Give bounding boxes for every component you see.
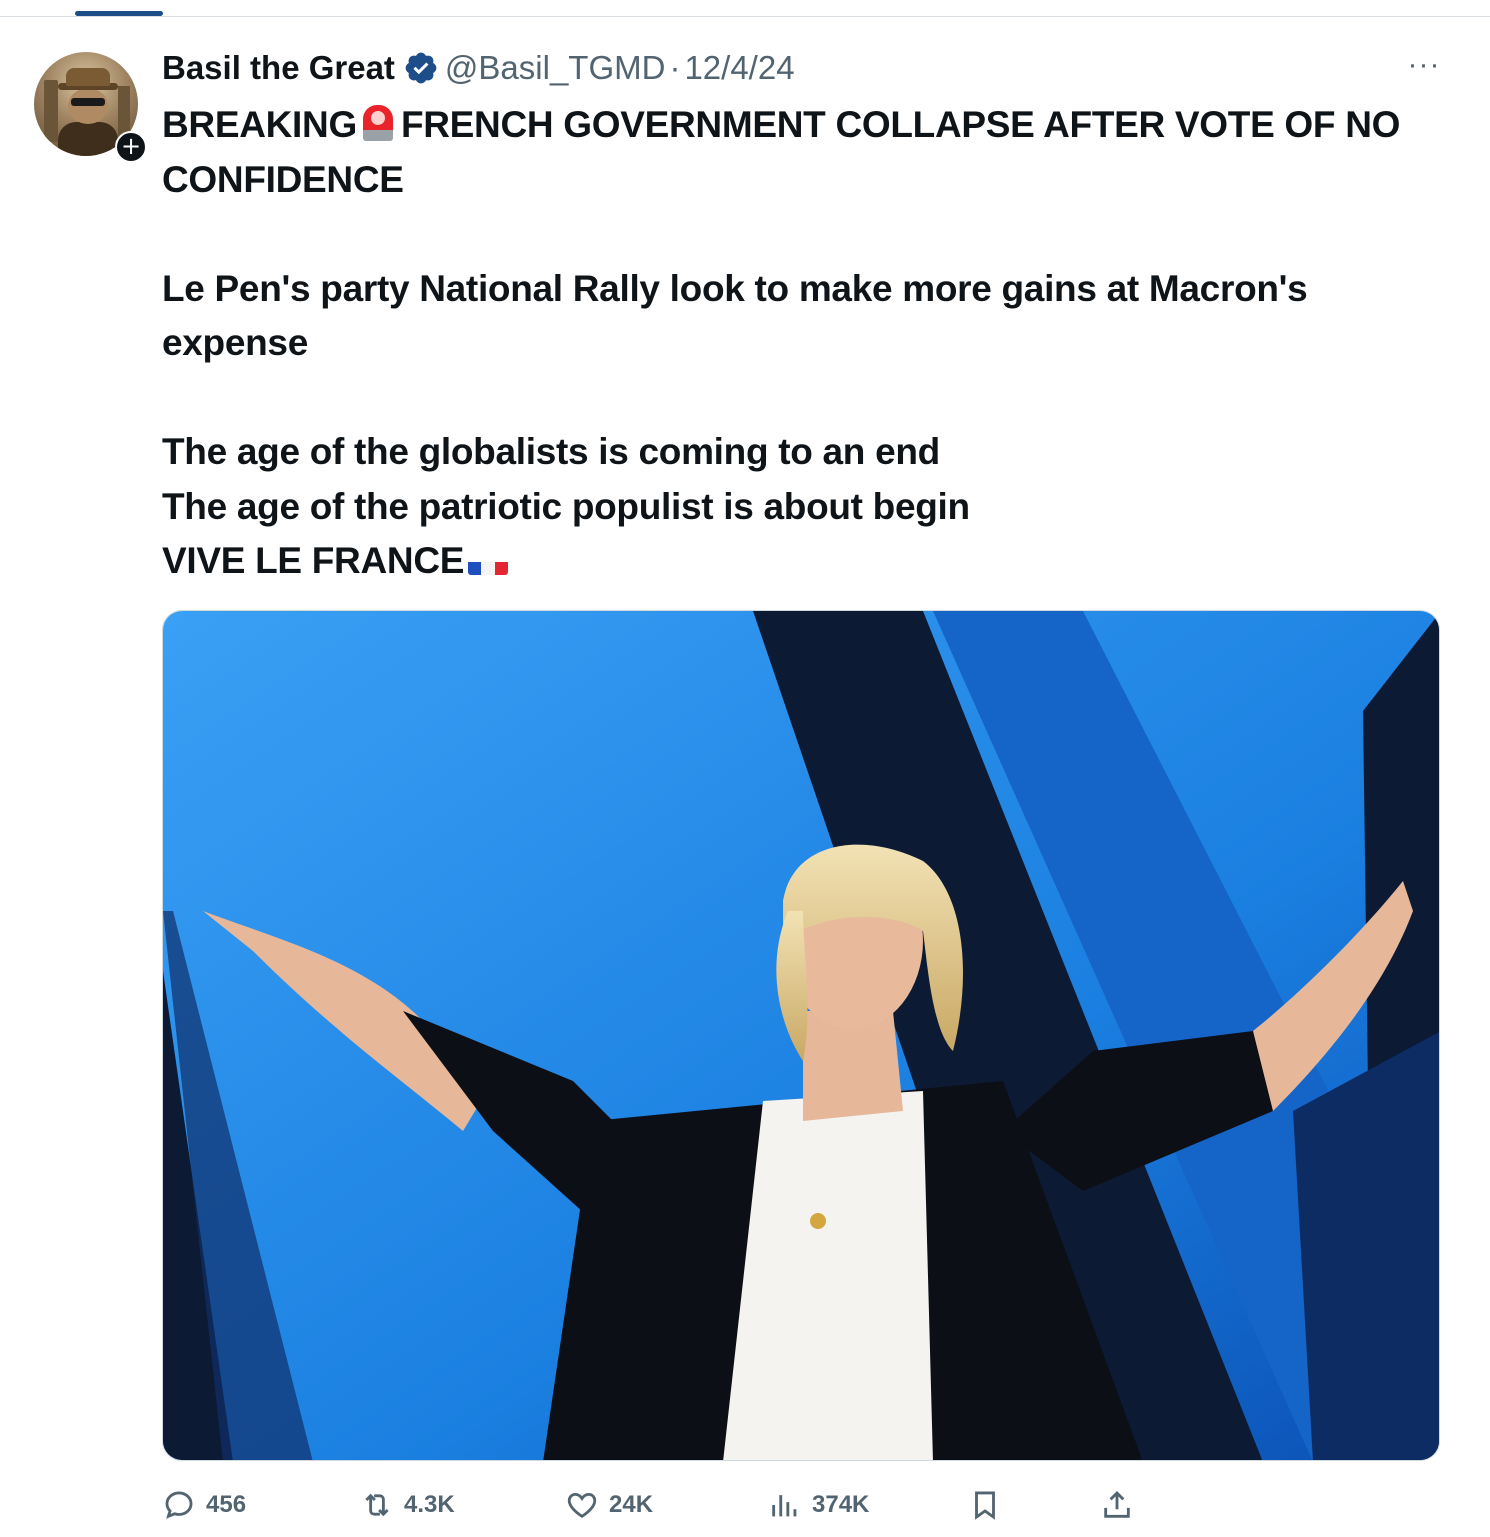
author-avatar[interactable]: + <box>34 52 147 163</box>
reply-icon <box>165 1491 193 1519</box>
repost-button[interactable]: 4.3K <box>360 1480 455 1530</box>
share-button[interactable] <box>1100 1480 1134 1530</box>
author-handle[interactable]: @Basil_TGMD <box>445 49 666 87</box>
like-count: 24K <box>609 1491 654 1518</box>
views-button[interactable]: 374K <box>768 1480 869 1530</box>
tweet-header: Basil the Great @Basil_TGMD · 12/4/24 <box>162 46 795 90</box>
text-paragraph-3: The age of the globalists is coming to a… <box>162 431 940 472</box>
siren-emoji-icon <box>362 105 393 141</box>
analytics-icon <box>772 1495 797 1517</box>
photo-of-woman-with-arms-outstretched-icon <box>163 611 1439 1460</box>
share-icon <box>1104 1490 1130 1518</box>
follow-plus-icon[interactable]: + <box>115 131 147 163</box>
like-button[interactable]: 24K <box>565 1480 653 1530</box>
text-paragraph-5: VIVE LE FRANCE <box>162 540 465 581</box>
header-separator: · <box>669 49 681 86</box>
france-flag-emoji-icon <box>468 549 509 575</box>
text-paragraph-2: Le Pen's party National Rally look to ma… <box>162 267 1308 364</box>
bookmark-button[interactable] <box>968 1480 1002 1530</box>
view-count: 374K <box>812 1491 870 1518</box>
text-paragraph-4: The age of the patriotic populist is abo… <box>162 485 970 527</box>
author-name[interactable]: Basil the Great <box>162 49 395 87</box>
tweet-image[interactable] <box>162 610 1440 1461</box>
reply-button[interactable]: 456 <box>162 1480 246 1530</box>
tweet-date[interactable]: 12/4/24 <box>684 49 794 87</box>
verified-badge-icon[interactable] <box>403 50 439 86</box>
reply-count: 456 <box>206 1491 247 1518</box>
tab-indicator <box>75 11 163 16</box>
repost-count: 4.3K <box>404 1491 455 1518</box>
more-options-icon[interactable]: ··· <box>1404 50 1444 82</box>
action-bar: 456 4.3K 24K 374K <box>162 1480 1452 1530</box>
tweet-text: BREAKING FRENCH GOVERNMENT COLLAPSE AFTER… <box>162 98 1452 589</box>
bookmark-icon <box>975 1491 995 1520</box>
top-divider <box>0 16 1490 17</box>
repost-icon <box>365 1493 389 1517</box>
heart-icon <box>567 1492 597 1518</box>
text-breaking: BREAKING <box>162 104 357 145</box>
